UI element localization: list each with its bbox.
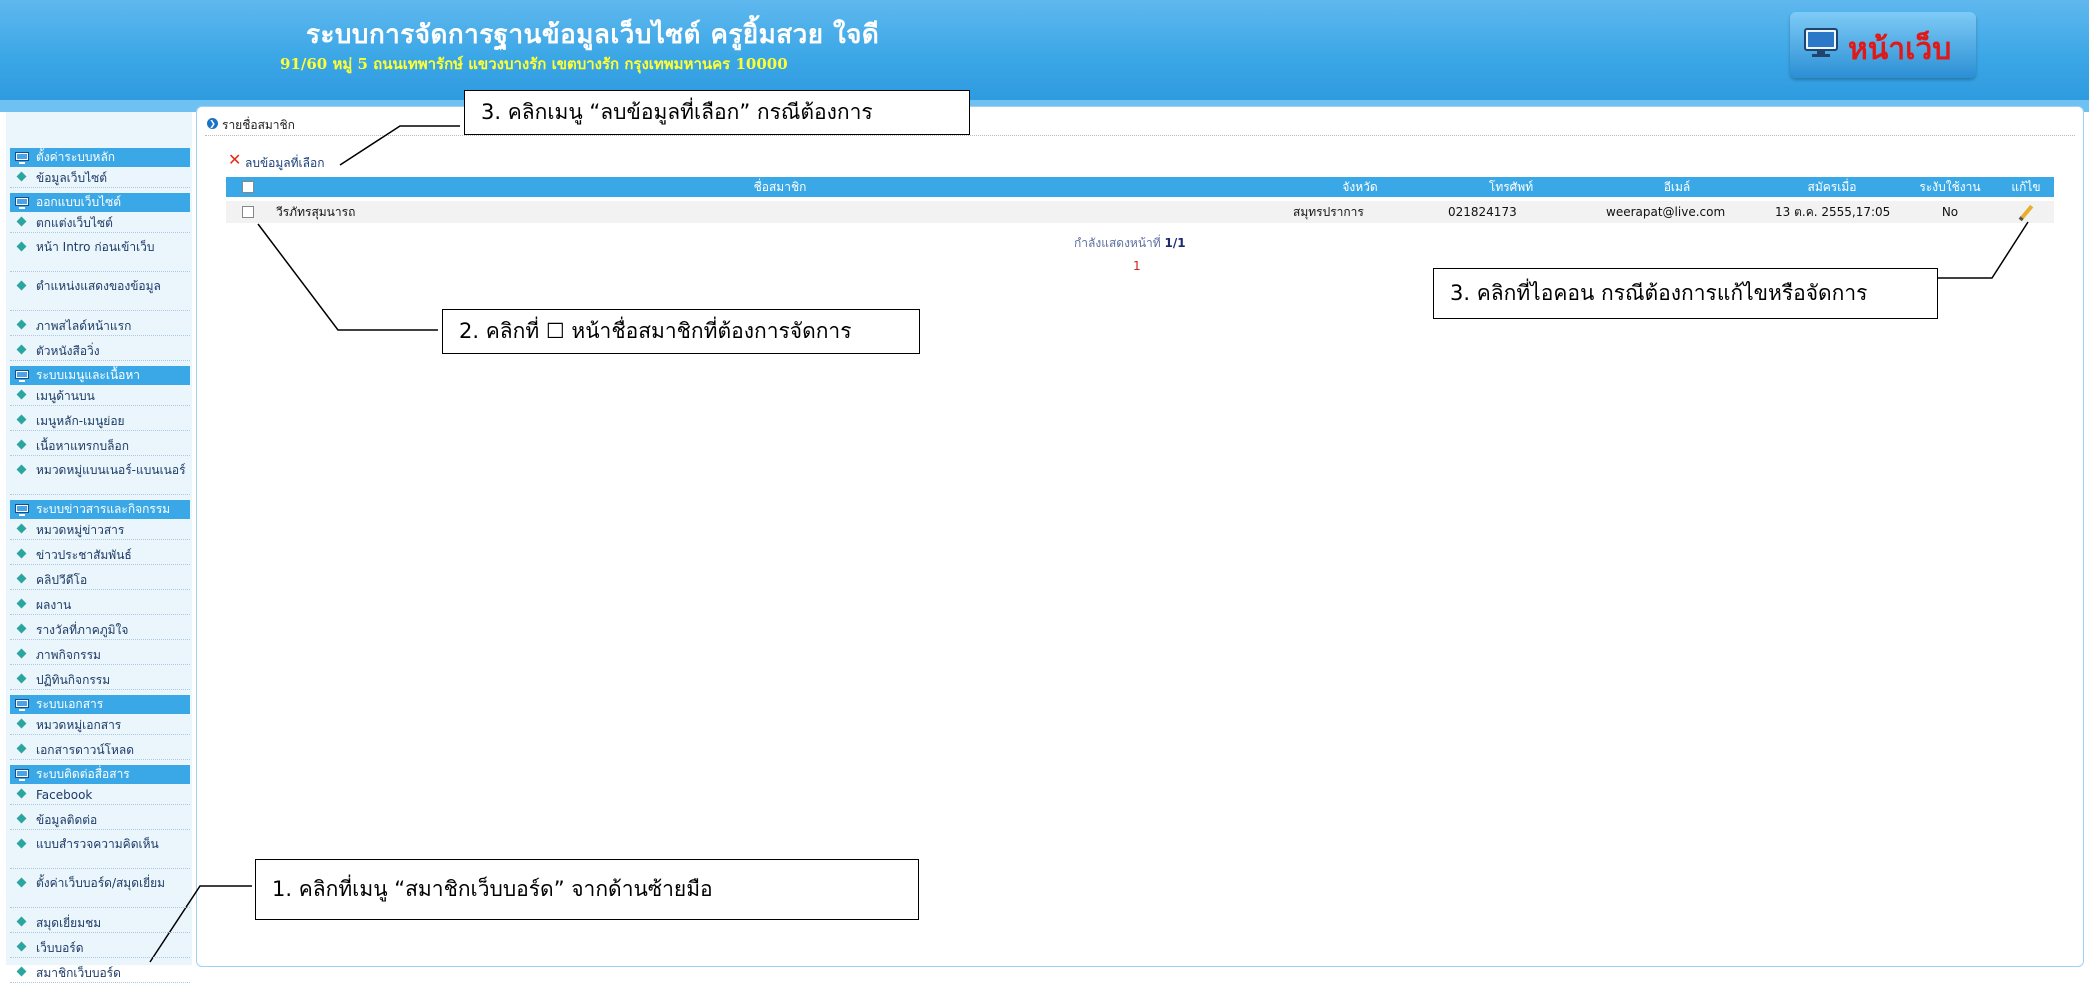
bullet-diamond-icon — [16, 877, 27, 888]
sidebar-item-label: ปฏิทินกิจกรรม — [36, 673, 111, 687]
sidebar-item-label: เว็บบอร์ด — [36, 941, 84, 955]
callout-leader-lines — [149, 125, 2029, 963]
sidebar-item-label: สมาชิกเว็บบอร์ด — [36, 966, 121, 980]
sidebar-item-label: ตำแหน่งแสดงของข้อมูล — [36, 279, 161, 293]
sidebar-item[interactable]: หมวดหมู่ข่าวสาร — [10, 520, 190, 540]
sidebar-item-label: ข่าวประชาสัมพันธ์ — [36, 548, 132, 562]
bullet-diamond-icon — [16, 439, 27, 450]
sidebar-item-label: เอกสารดาวน์โหลด — [36, 743, 135, 757]
bullet-diamond-icon — [16, 216, 27, 227]
bullet-diamond-icon — [16, 598, 27, 609]
sidebar-item[interactable]: เมนูด้านบน — [10, 386, 190, 406]
sidebar-item[interactable]: Facebook — [10, 785, 190, 805]
sidebar-section-header[interactable]: ระบบติดต่อสื่อสาร — [10, 765, 190, 784]
sidebar-item-label: ออกแบบเว็บไซต์ — [36, 195, 122, 209]
sidebar-item-label: สมุดเยี่ยมชม — [36, 916, 102, 930]
sidebar-item[interactable]: ข่าวประชาสัมพันธ์ — [10, 545, 190, 565]
bullet-diamond-icon — [16, 241, 27, 252]
bullet-diamond-icon — [16, 548, 27, 559]
sidebar-item-label: ระบบข่าวสารและกิจกรรม — [36, 502, 171, 516]
sidebar-item-label: แบบสำรวจความคิดเห็น — [36, 837, 159, 851]
sidebar-item[interactable]: หมวดหมู่แบนเนอร์-แบนเนอร์ — [10, 461, 190, 495]
sidebar-item-label: ตั้งค่าเว็บบอร์ด/สมุดเยี่ยม — [36, 876, 166, 890]
sidebar-item-label: หมวดหมู่เอกสาร — [36, 718, 122, 732]
bullet-diamond-icon — [16, 319, 27, 330]
sidebar-section-header[interactable]: ระบบเมนูและเนื้อหา — [10, 366, 190, 385]
sidebar-item[interactable]: ปฏิทินกิจกรรม — [10, 670, 190, 690]
sidebar-section-header[interactable]: ออกแบบเว็บไซต์ — [10, 193, 190, 212]
bullet-diamond-icon — [16, 788, 27, 799]
sidebar-item-label: คลิปวีดีโอ — [36, 573, 88, 587]
bullet-diamond-icon — [16, 280, 27, 291]
sidebar-item[interactable]: ข้อมูลติดต่อ — [10, 810, 190, 830]
sidebar-item[interactable]: ข้อมูลเว็บไซต์ — [10, 168, 190, 188]
bullet-diamond-icon — [16, 623, 27, 634]
bullet-diamond-icon — [16, 344, 27, 355]
sidebar-item[interactable]: สมาชิกเว็บบอร์ด — [10, 963, 190, 983]
sidebar-item[interactable]: ตั้งค่าเว็บบอร์ด/สมุดเยี่ยม — [10, 874, 190, 908]
sidebar-item-label: หมวดหมู่แบนเนอร์-แบนเนอร์ — [36, 463, 186, 477]
bullet-diamond-icon — [16, 673, 27, 684]
sidebar-item-label: Facebook — [36, 788, 93, 802]
sidebar-item[interactable]: ภาพสไลด์หน้าแรก — [10, 316, 190, 336]
sidebar-item[interactable]: เอกสารดาวน์โหลด — [10, 740, 190, 760]
sidebar-item-label: ภาพกิจกรรม — [36, 648, 101, 662]
sidebar-item[interactable]: หน้า Intro ก่อนเข้าเว็บ — [10, 238, 190, 272]
bullet-diamond-icon — [16, 464, 27, 475]
sidebar-item[interactable]: เมนูหลัก-เมนูย่อย — [10, 411, 190, 431]
sidebar-item[interactable]: แบบสำรวจความคิดเห็น — [10, 835, 190, 869]
sidebar-item[interactable]: รางวัลที่ภาคภูมิใจ — [10, 620, 190, 640]
sidebar-item-label: ตั้งค่าระบบหลัก — [36, 150, 116, 164]
callout-step3-delete: 3. คลิกเมนู “ลบข้อมูลที่เลือก” กรณีต้องก… — [464, 90, 970, 135]
sidebar-item-label: หน้า Intro ก่อนเข้าเว็บ — [36, 240, 155, 254]
sidebar-item-label: รางวัลที่ภาคภูมิใจ — [36, 623, 129, 637]
sidebar-item[interactable]: ตกแต่งเว็บไซต์ — [10, 213, 190, 233]
sidebar-item-label: ผลงาน — [36, 598, 72, 612]
bullet-diamond-icon — [16, 718, 27, 729]
sidebar-item-label: ภาพสไลด์หน้าแรก — [36, 319, 132, 333]
sidebar-item-label: ตัวหนังสือวิ่ง — [36, 344, 100, 358]
callout-step3-edit: 3. คลิกที่ไอคอน กรณีต้องการแก้ไขหรือจัดก… — [1433, 268, 1938, 319]
bullet-diamond-icon — [16, 573, 27, 584]
bullet-diamond-icon — [16, 838, 27, 849]
sidebar-item-label: ข้อมูลเว็บไซต์ — [36, 171, 108, 185]
bullet-diamond-icon — [16, 171, 27, 182]
sidebar-item-label: เนื้อหาแทรกบล็อก — [36, 439, 129, 453]
sidebar-item-label: หมวดหมู่ข่าวสาร — [36, 523, 125, 537]
sidebar-item[interactable]: ตำแหน่งแสดงของข้อมูล — [10, 277, 190, 311]
bullet-diamond-icon — [16, 966, 27, 977]
sidebar-item-label: ระบบติดต่อสื่อสาร — [36, 767, 130, 781]
sidebar-section-header[interactable]: ระบบเอกสาร — [10, 695, 190, 714]
sidebar-section-header[interactable]: ตั้งค่าระบบหลัก — [10, 148, 190, 167]
bullet-diamond-icon — [16, 941, 27, 952]
sidebar-item[interactable]: คลิปวีดีโอ — [10, 570, 190, 590]
bullet-diamond-icon — [16, 916, 27, 927]
bullet-diamond-icon — [16, 523, 27, 534]
sidebar-item[interactable]: เนื้อหาแทรกบล็อก — [10, 436, 190, 456]
sidebar-item-label: ระบบเอกสาร — [36, 697, 104, 711]
sidebar-item-label: เมนูหลัก-เมนูย่อย — [36, 414, 125, 428]
sidebar-item-label: เมนูด้านบน — [36, 389, 95, 403]
sidebar-item-label: ระบบเมนูและเนื้อหา — [36, 368, 141, 382]
bullet-diamond-icon — [16, 414, 27, 425]
callout-step2-checkbox: 2. คลิกที่ ☐ หน้าชื่อสมาชิกที่ต้องการจัด… — [442, 309, 920, 354]
sidebar-item[interactable]: หมวดหมู่เอกสาร — [10, 715, 190, 735]
bullet-diamond-icon — [16, 813, 27, 824]
bullet-diamond-icon — [16, 648, 27, 659]
sidebar-item[interactable]: สมุดเยี่ยมชม — [10, 913, 190, 933]
bullet-diamond-icon — [16, 389, 27, 400]
callout-step1-menu: 1. คลิกที่เมนู “สมาชิกเว็บบอร์ด” จากด้าน… — [255, 859, 919, 920]
sidebar-item-label: ตกแต่งเว็บไซต์ — [36, 216, 113, 230]
sidebar-item-label: ข้อมูลติดต่อ — [36, 813, 98, 827]
sidebar-item[interactable]: ตัวหนังสือวิ่ง — [10, 341, 190, 361]
sidebar-item[interactable]: ผลงาน — [10, 595, 190, 615]
sidebar-item[interactable]: เว็บบอร์ด — [10, 938, 190, 958]
bullet-diamond-icon — [16, 743, 27, 754]
sidebar-section-header[interactable]: ระบบข่าวสารและกิจกรรม — [10, 500, 190, 519]
sidebar-item[interactable]: ภาพกิจกรรม — [10, 645, 190, 665]
